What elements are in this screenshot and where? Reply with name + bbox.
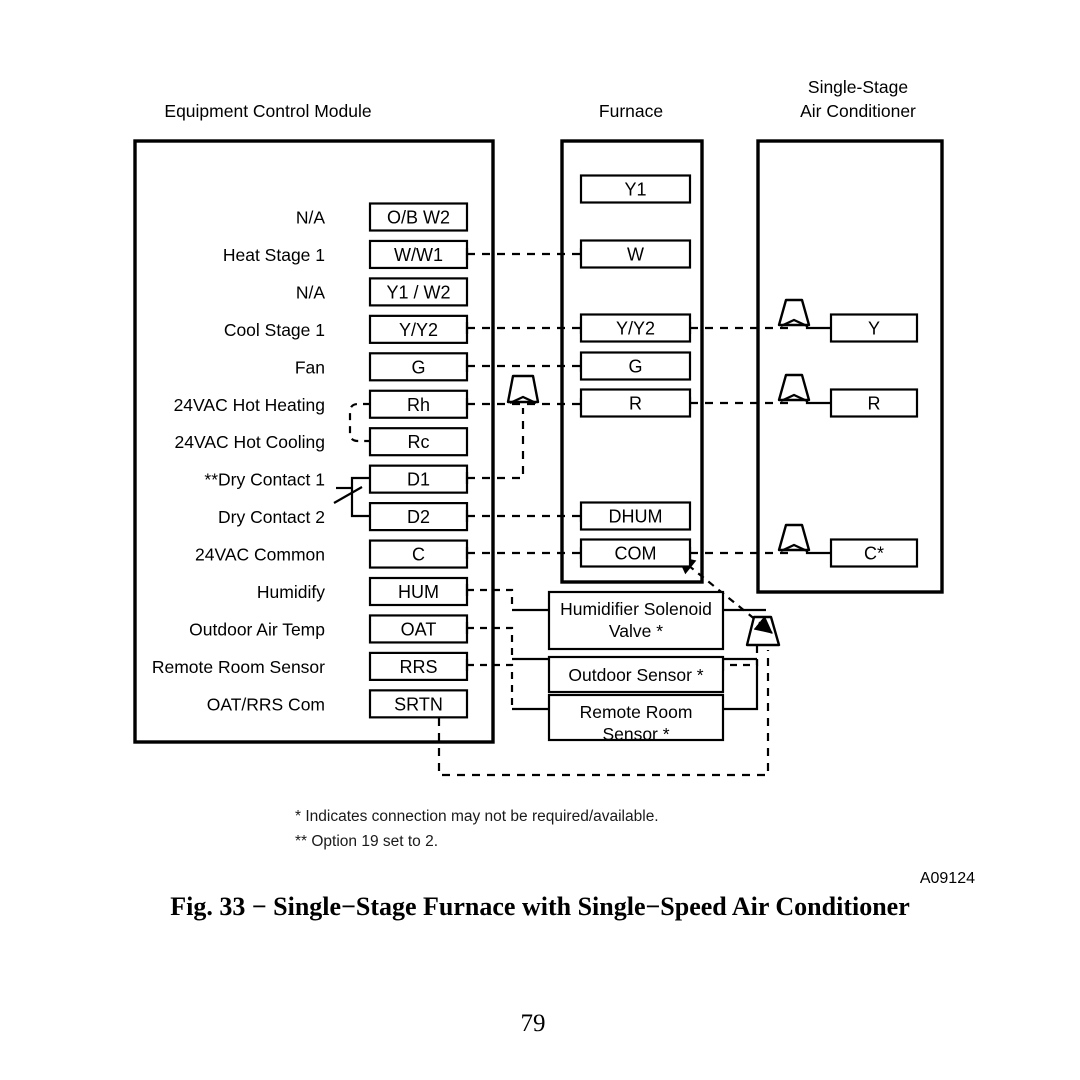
wire-d1-to-wire-nut — [467, 408, 525, 480]
ecm-row-label-d2: Dry Contact 2 — [218, 507, 325, 527]
ecm-row-label-rh: 24VAC Hot Heating — [174, 395, 325, 415]
ecm-row-hum: Humidify HUM — [257, 576, 469, 607]
wire-nut-icon-sensor-return — [745, 615, 781, 647]
ecm-terminal-label-d2: D2 — [407, 507, 430, 527]
ecm-row-y-y2: Cool Stage 1 Y/Y2 — [224, 314, 469, 344]
accessory-boxes: Humidifier SolenoidValve * Outdoor Sensor… — [547, 590, 725, 744]
header-air-conditioner-line1: Single-Stage — [808, 77, 908, 97]
figure-caption: Fig. 33 − Single−Stage Furnace with Sing… — [170, 892, 910, 921]
accessory-label-humidifier-solenoid-valve-line2: Valve * — [609, 621, 663, 641]
note-single-star: * Indicates connection may not be requir… — [295, 808, 659, 825]
ecm-terminal-label-oat: OAT — [401, 619, 437, 639]
ecm-row-rc: 24VAC Hot Cooling Rc — [175, 427, 469, 457]
ecm-terminal-label-c: C — [412, 545, 425, 565]
wire-nut-branch-outdoor-sensor — [723, 646, 759, 667]
wire-remote-room-sensor-return-lead — [723, 660, 759, 711]
ecm-terminal-label-d1: D1 — [407, 470, 430, 490]
ecm-row-label-d1: **Dry Contact 1 — [204, 470, 325, 490]
wire-hum-route — [467, 588, 514, 610]
ecm-row-label-y1-w2: N/A — [296, 282, 326, 302]
ecm-terminal-rows: N/A O/B W2 Heat Stage 1 W/W1 N/A Y1 / W2 Cool … — [152, 202, 469, 719]
ac-terminal-label-y: Y — [868, 319, 880, 339]
header-furnace: Furnace — [599, 101, 663, 121]
wire-nut-icon-ac-r — [777, 373, 811, 402]
ecm-row-srtn: OAT/RRS Com SRTN — [207, 689, 469, 719]
ecm-row-label-hum: Humidify — [257, 582, 325, 602]
ecm-row-label-c: 24VAC Common — [195, 545, 325, 565]
furnace-terminal-label-r: R — [629, 394, 642, 414]
furnace-terminal-rows: Y1 W Y/Y2 GR DHUM COM — [579, 174, 692, 568]
furnace-terminal-label-y1: Y1 — [624, 180, 646, 200]
dry-contact-bracket — [350, 476, 370, 518]
ecm-row-label-o-b-w2: N/A — [296, 208, 326, 228]
ac-row-c: C* — [829, 538, 919, 568]
dry-contact-switch-blade-icon — [333, 486, 363, 504]
furnace-row-dhum: DHUM — [579, 501, 692, 531]
ecm-terminal-label-w-w1: W/W1 — [394, 245, 443, 265]
ecm-row-label-y-y2: Cool Stage 1 — [224, 320, 325, 340]
ecm-row-d1: **Dry Contact 1 D1 — [204, 464, 469, 494]
furnace-row-g: G — [579, 351, 692, 381]
accessory-remote-room-sensor: Remote RoomSensor * — [547, 693, 725, 744]
ac-terminal-label-r: R — [868, 394, 881, 414]
furnace-terminal-label-y-y2: Y/Y2 — [616, 319, 655, 339]
ecm-terminal-label-srtn: SRTN — [394, 694, 443, 714]
ecm-terminal-label-rh: Rh — [407, 395, 430, 415]
ecm-terminal-label-y-y2: Y/Y2 — [399, 320, 438, 340]
accessory-label-remote-room-sensor-line1: Remote Room — [580, 702, 693, 722]
header-equipment-control-module: Equipment Control Module — [164, 101, 371, 121]
furnace-terminal-label-com: COM — [615, 544, 657, 564]
furnace-row-y1: Y1 — [579, 174, 692, 204]
ac-row-r: R — [829, 388, 919, 418]
ecm-row-c: 24VAC Common C — [195, 539, 469, 569]
furnace-terminal-label-w: W — [627, 245, 644, 265]
wire-nut-icon-ac-y — [777, 298, 811, 327]
ecm-row-label-rc: 24VAC Hot Cooling — [175, 432, 325, 452]
ecm-row-w-w1: Heat Stage 1 W/W1 — [223, 239, 469, 270]
furnace-row-y-y2: Y/Y2 — [579, 313, 692, 343]
wiring-diagram: Equipment Control Module Furnace Single-… — [133, 77, 975, 1037]
ecm-row-d2: Dry Contact 2 D2 — [218, 502, 469, 532]
ecm-row-rh: 24VAC Hot Heating Rh — [174, 389, 469, 419]
ecm-row-g: Fan G — [295, 352, 469, 382]
page-number: 79 — [521, 1010, 546, 1037]
furnace-row-w: W — [579, 239, 692, 269]
ecm-row-label-w-w1: Heat Stage 1 — [223, 245, 325, 265]
accessory-label-remote-room-sensor-line2: Sensor * — [602, 724, 669, 744]
note-double-star: ** Option 19 set to 2. — [295, 833, 438, 850]
accessory-label-humidifier-solenoid-valve-line1: Humidifier Solenoid — [560, 599, 712, 619]
furnace-terminal-label-g: G — [628, 357, 642, 377]
furnace-row-r: R — [579, 388, 692, 418]
furnace-row-com: COM — [579, 538, 692, 568]
accessory-outdoor-sensor: Outdoor Sensor * — [547, 655, 725, 694]
wire-oat-route — [467, 626, 514, 659]
figure-page: Equipment Control Module Furnace Single-… — [0, 0, 1080, 1080]
ecm-row-o-b-w2: N/A O/B W2 — [296, 202, 469, 232]
ac-terminal-label-c: C* — [864, 544, 884, 564]
ecm-row-label-g: Fan — [295, 357, 325, 377]
ecm-terminal-label-rc: Rc — [408, 432, 430, 452]
ecm-row-label-oat: Outdoor Air Temp — [189, 619, 325, 639]
header-air-conditioner-line2: Air Conditioner — [800, 101, 916, 121]
ecm-terminal-label-g: G — [411, 357, 425, 377]
furnace-terminal-label-dhum: DHUM — [609, 507, 663, 527]
rh-rc-jumper-wire — [348, 402, 370, 443]
drawing-code: A09124 — [920, 870, 975, 887]
ecm-terminal-label-o-b-w2: O/B W2 — [387, 208, 450, 228]
accessory-humidifier-solenoid-valve: Humidifier SolenoidValve * — [547, 590, 725, 651]
wire-rrs-route — [467, 663, 514, 709]
ecm-row-rrs: Remote Room Sensor RRS — [152, 651, 469, 682]
ecm-row-y1-w2: N/A Y1 / W2 — [296, 277, 469, 307]
accessory-label-outdoor-sensor: Outdoor Sensor * — [568, 665, 703, 685]
air-conditioner-terminal-rows: Y R C* — [829, 313, 919, 568]
ecm-terminal-label-rrs: RRS — [399, 657, 437, 677]
ecm-row-label-srtn: OAT/RRS Com — [207, 694, 325, 714]
ecm-terminal-label-y1-w2: Y1 / W2 — [386, 282, 450, 302]
ecm-row-label-rrs: Remote Room Sensor — [152, 657, 325, 677]
ecm-row-oat: Outdoor Air Temp OAT — [189, 614, 469, 644]
ac-row-y: Y — [829, 313, 919, 343]
ecm-terminal-label-hum: HUM — [398, 582, 439, 602]
wire-nut-icon-ac-c — [777, 523, 811, 552]
